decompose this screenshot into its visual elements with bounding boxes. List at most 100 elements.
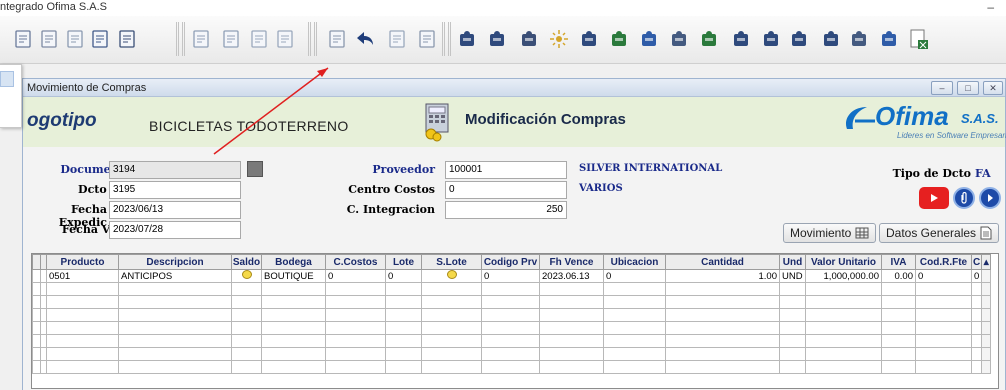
table-cell[interactable] (881, 308, 916, 322)
side-panel[interactable] (0, 64, 22, 128)
table-cell[interactable] (481, 360, 540, 374)
table-cell[interactable] (421, 347, 482, 361)
table-cell[interactable] (421, 269, 482, 283)
table-row[interactable] (32, 295, 992, 309)
table-cell[interactable] (915, 334, 972, 348)
table-cell[interactable] (665, 282, 780, 296)
window-restore-button[interactable]: □ (957, 81, 979, 95)
table-cell[interactable] (805, 321, 882, 335)
centro-costos-field[interactable]: 0 (445, 181, 567, 199)
table-cell[interactable]: ANTICIPOS (118, 269, 232, 283)
column-header[interactable]: Ubicacion (603, 254, 666, 270)
table-cell[interactable] (881, 282, 916, 296)
search-icon[interactable] (446, 270, 457, 279)
user-upload-icon[interactable] (728, 26, 754, 52)
table-cell[interactable]: 0 (481, 269, 540, 283)
table-cell[interactable] (481, 295, 540, 309)
c-integracion-field[interactable]: 250 (445, 201, 567, 219)
youtube-icon[interactable] (919, 187, 949, 209)
table-row[interactable] (32, 334, 992, 348)
table-cell[interactable] (261, 347, 326, 361)
table-cell[interactable] (118, 360, 232, 374)
table-cell[interactable] (881, 295, 916, 309)
box-icon[interactable] (818, 26, 844, 52)
table-cell[interactable] (325, 295, 386, 309)
table-cell[interactable] (46, 282, 119, 296)
table-cell[interactable] (539, 321, 604, 335)
column-header[interactable]: Saldo (231, 254, 262, 270)
back-arrow-icon[interactable] (352, 26, 378, 52)
money-icon[interactable] (696, 26, 722, 52)
documento-lookup-button[interactable] (247, 161, 263, 177)
table-cell[interactable] (481, 347, 540, 361)
table-cell[interactable] (665, 295, 780, 309)
table-cell[interactable] (779, 334, 806, 348)
table-cell[interactable]: 1,000,000.00 (805, 269, 882, 283)
new-doc-icon[interactable] (10, 26, 36, 52)
next-arrow-icon[interactable] (979, 187, 1001, 209)
table-cell[interactable] (325, 360, 386, 374)
table-cell[interactable] (779, 321, 806, 335)
table-cell[interactable] (46, 295, 119, 309)
table-cell[interactable] (325, 334, 386, 348)
table-cell[interactable] (118, 295, 232, 309)
table-cell[interactable] (805, 295, 882, 309)
scrollbar-track[interactable] (981, 308, 992, 322)
home-icon[interactable] (87, 26, 113, 52)
scrollbar-track[interactable] (981, 360, 992, 374)
table-cell[interactable] (481, 308, 540, 322)
table-cell[interactable] (539, 347, 604, 361)
table-cell[interactable] (539, 308, 604, 322)
attachment-icon[interactable] (953, 187, 975, 209)
table-cell[interactable] (231, 347, 262, 361)
table-cell[interactable] (231, 360, 262, 374)
table-cell[interactable] (915, 295, 972, 309)
table-cell[interactable] (385, 308, 422, 322)
table-cell[interactable] (970, 334, 983, 348)
table-cell[interactable] (261, 321, 326, 335)
table-cell[interactable] (231, 334, 262, 348)
save-icon[interactable] (324, 26, 350, 52)
column-header[interactable]: Producto (46, 254, 119, 270)
table-cell[interactable] (539, 295, 604, 309)
column-header[interactable]: Cantidad (665, 254, 780, 270)
table-cell[interactable] (915, 360, 972, 374)
table-cell[interactable] (970, 295, 983, 309)
truck-green-icon[interactable] (606, 26, 632, 52)
excel-icon[interactable] (906, 26, 932, 52)
doc-lines-alt-icon[interactable] (272, 26, 298, 52)
table-cell[interactable] (805, 360, 882, 374)
table-cell[interactable] (231, 308, 262, 322)
edit-doc-icon[interactable] (218, 26, 244, 52)
table-cell[interactable] (915, 282, 972, 296)
table-cell[interactable] (421, 308, 482, 322)
table-cell[interactable] (603, 308, 666, 322)
column-header[interactable]: C.Costos (325, 254, 386, 270)
table-cell[interactable] (603, 321, 666, 335)
diamond-icon[interactable] (666, 26, 692, 52)
proveedor-field[interactable]: 100001 (445, 161, 567, 179)
doc-plus-icon[interactable] (188, 26, 214, 52)
scrollbar-track[interactable] (981, 321, 992, 335)
table-row[interactable] (32, 347, 992, 361)
user-add-icon[interactable] (876, 26, 902, 52)
table-cell[interactable] (261, 308, 326, 322)
table-cell[interactable] (603, 334, 666, 348)
export-icon[interactable] (414, 26, 440, 52)
table-cell[interactable] (46, 321, 119, 335)
scrollbar-track[interactable] (981, 347, 992, 361)
table-cell[interactable] (915, 308, 972, 322)
table-cell[interactable]: 0.00 (881, 269, 916, 283)
document-icon[interactable] (786, 26, 812, 52)
column-header[interactable]: Cod.R.Fte (915, 254, 972, 270)
table-cell[interactable]: 0 (603, 269, 666, 283)
window-close-button[interactable]: ✕ (983, 81, 1003, 95)
person-icon[interactable] (576, 26, 602, 52)
scrollbar-up-button[interactable]: ▴ (981, 254, 992, 270)
table-cell[interactable] (665, 360, 780, 374)
table-cell[interactable] (118, 282, 232, 296)
table-cell[interactable] (970, 308, 983, 322)
table-cell[interactable] (261, 360, 326, 374)
movimiento-button[interactable]: Movimiento (783, 223, 877, 243)
table-cell[interactable] (421, 334, 482, 348)
